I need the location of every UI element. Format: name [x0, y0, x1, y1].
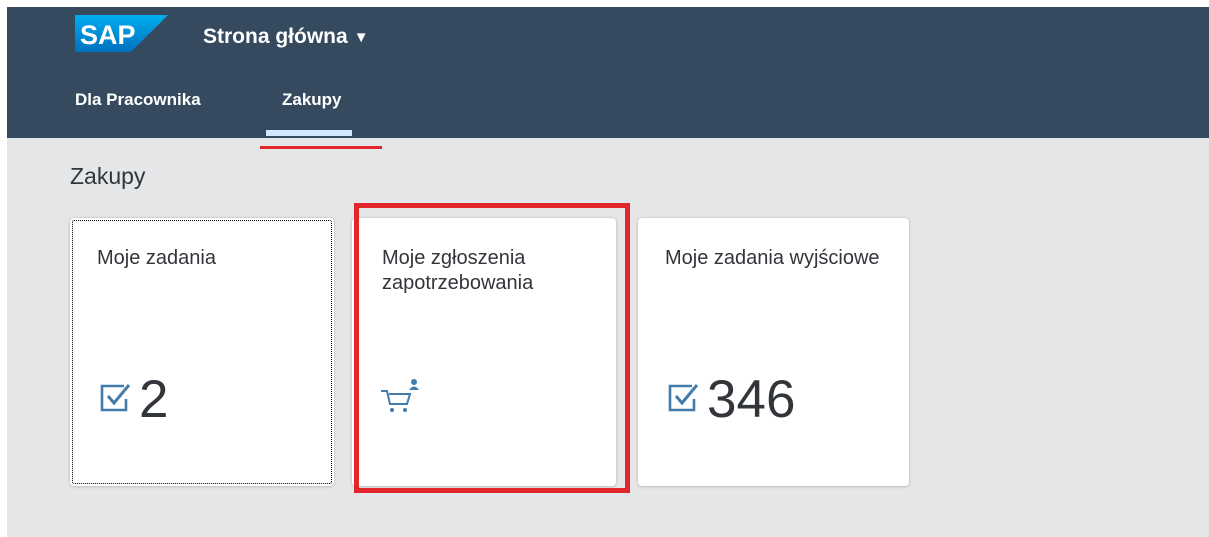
launchpad: SAP Strona główna ▼ Dla Pracownika Zakup…: [7, 7, 1209, 537]
tile-title: Moje zgłoszenia zapotrzebowania: [382, 247, 534, 294]
task-check-icon: [97, 379, 133, 420]
tile-moje-zadania[interactable]: Moje zadania 2: [70, 218, 334, 486]
tab-zakupy[interactable]: Zakupy: [282, 90, 342, 110]
sap-logo[interactable]: SAP: [75, 15, 168, 52]
chevron-down-icon: ▼: [353, 28, 369, 46]
kpi-value: 2: [139, 369, 169, 429]
section-title: Zakupy: [70, 163, 146, 189]
tile-footer: 346: [665, 369, 795, 429]
shell-bar: SAP Strona główna ▼ Dla Pracownika Zakup…: [7, 7, 1209, 138]
tile-footer: 2: [97, 369, 168, 429]
tile-title: Moje zadania wyjściowe: [665, 247, 880, 269]
sap-logo-text: SAP: [80, 20, 136, 50]
tab-dla-pracownika[interactable]: Dla Pracownika: [75, 90, 201, 110]
kpi-value: 346: [707, 369, 796, 429]
tile-title: Moje zadania: [97, 247, 216, 269]
tab-selected-indicator: [266, 130, 352, 136]
sap-logo-icon: SAP: [75, 15, 168, 52]
home-title: Strona główna: [203, 25, 348, 48]
tile-moje-zadania-wyjsciowe[interactable]: Moje zadania wyjściowe 346: [638, 218, 909, 486]
annotation-underline: [260, 146, 382, 149]
tile-moje-zgloszenia[interactable]: Moje zgłoszenia zapotrzebowania: [352, 218, 616, 486]
tile-footer: [379, 369, 419, 429]
cart-user-icon: [379, 377, 419, 422]
task-check-icon: [665, 379, 701, 420]
home-menu-button[interactable]: Strona główna ▼: [203, 22, 369, 52]
